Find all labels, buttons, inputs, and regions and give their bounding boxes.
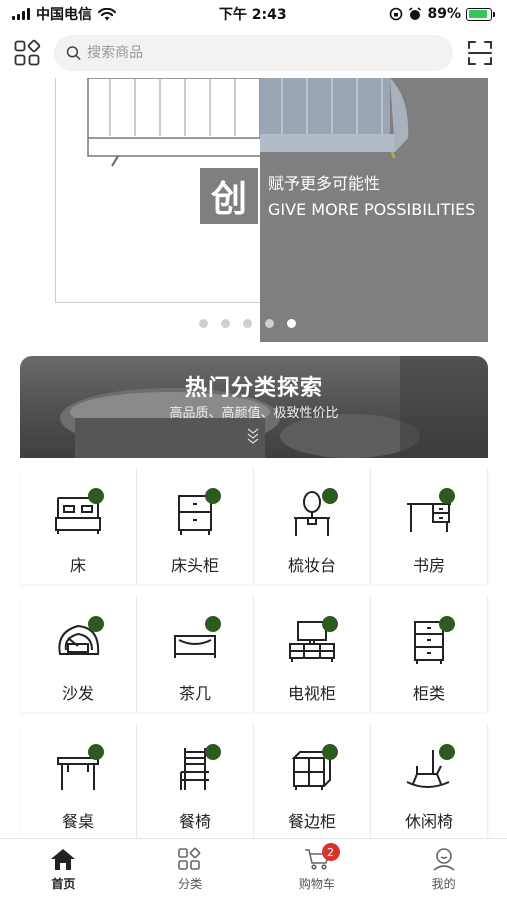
rotation-lock-icon [390,7,403,21]
category-label: 床 [69,556,86,575]
carrier-label: 中国电信 [36,7,92,23]
banner-tagline-en: GIVE MORE POSSIBILITIES [268,200,476,219]
sideboard-icon [286,744,338,796]
category-item-sofa[interactable]: 沙发 [20,596,137,712]
tab-label: 首页 [51,877,76,891]
category-item-nightstand[interactable]: 床头柜 [137,468,254,584]
scan-icon[interactable] [465,38,495,68]
tab-label: 购物车 [298,877,335,891]
category-item-dresser[interactable]: 梳妆台 [254,468,371,584]
category-item-leisure-chair[interactable]: 休闲椅 [371,724,488,840]
rocking-chair-icon [403,744,455,796]
home-icon [51,849,76,870]
hot-section-title: 热门分类探索 [184,376,323,401]
category-label: 休闲椅 [404,812,453,831]
tab-label: 分类 [178,877,203,891]
cart-count-badge: 2 [321,843,340,861]
banner-tagline-cn: 赋予更多可能性 [268,174,381,193]
banner-title-char: 创 [200,168,258,224]
category-label: 沙发 [61,684,94,703]
search-bar[interactable] [54,35,453,71]
category-item-dining-chair[interactable]: 餐椅 [137,724,254,840]
carousel-dot[interactable] [221,319,230,328]
dining-chair-icon [169,744,221,796]
chevron-down-icon [247,428,259,444]
search-input[interactable] [87,45,441,61]
category-item-dining-table[interactable]: 餐桌 [20,724,137,840]
carousel-indicator [199,319,296,328]
category-label: 床头柜 [170,556,219,575]
battery-icon [466,7,495,21]
battery-percent: 89% [427,6,461,22]
status-bar: 中国电信 下午 2:43 89% [0,0,507,28]
user-profile-icon [433,848,455,871]
category-label: 餐椅 [178,812,211,831]
category-grid-icon [178,847,201,870]
top-bar [0,28,507,78]
hot-section-subtitle: 高品质、高颜值、极致性价比 [169,406,339,421]
category-label: 餐桌 [61,812,94,831]
category-label: 电视柜 [287,684,336,703]
tv-cabinet-icon [286,616,338,668]
category-item-sideboard[interactable]: 餐边柜 [254,724,371,840]
nightstand-icon [169,488,221,540]
category-item-coffee-table[interactable]: 茶几 [137,596,254,712]
promo-banner[interactable]: 创 赋予更多可能性 GIVE MORE POSSIBILITIES [0,78,507,346]
category-item-tv-cabinet[interactable]: 电视柜 [254,596,371,712]
alarm-icon [409,7,422,20]
dresser-icon [286,488,338,540]
carousel-dot[interactable] [199,319,208,328]
category-label: 柜类 [412,684,445,703]
carousel-dot-active[interactable] [287,319,296,328]
sofa-illustration-right [260,78,409,158]
coffee-table-icon [169,616,221,668]
sofa-icon [52,616,104,668]
category-item-cabinet[interactable]: 柜类 [371,596,488,712]
hot-category-header: 热门分类探索 高品质、高颜值、极致性价比 [20,356,488,458]
category-item-bed[interactable]: 床 [20,468,137,584]
category-label: 书房 [412,556,445,575]
carousel-dot[interactable] [265,319,274,328]
tab-category[interactable]: 分类 [127,839,254,900]
carousel-dot[interactable] [243,319,252,328]
clock: 下午 2:43 [218,7,287,23]
category-label: 茶几 [178,684,211,703]
wifi-icon [98,7,116,20]
tab-label: 我的 [431,877,456,891]
desk-icon [403,488,455,540]
bed-icon [52,488,104,540]
bottom-tab-bar: 首页 分类 2 购物车 我的 [0,838,507,900]
cabinet-icon [403,616,455,668]
dining-table-icon [52,744,104,796]
tab-mine[interactable]: 我的 [380,839,507,900]
category-label: 餐边柜 [287,812,336,831]
category-item-study[interactable]: 书房 [371,468,488,584]
tab-cart[interactable]: 2 购物车 [254,839,381,900]
category-label: 梳妆台 [287,556,336,575]
search-icon [66,46,81,60]
tab-home[interactable]: 首页 [0,839,127,900]
apps-grid-icon[interactable] [12,38,42,68]
category-grid: 床 床头柜 梳妆台 书房 沙发 茶几 电视柜 柜类 餐桌 餐椅 餐边柜 休闲椅 [20,468,488,840]
cellular-signal-icon [12,8,30,20]
